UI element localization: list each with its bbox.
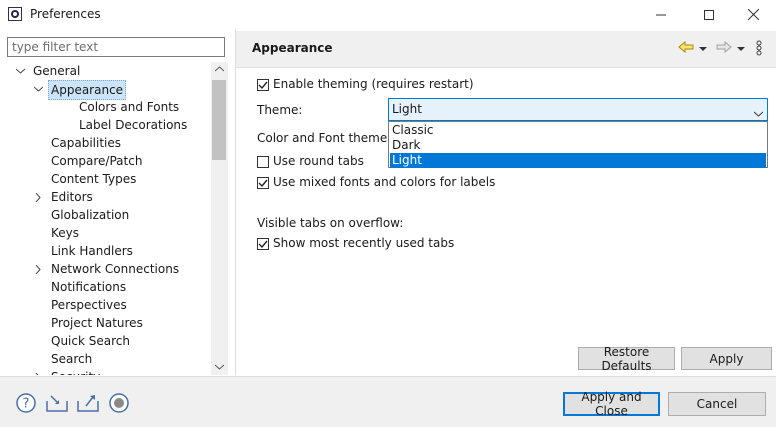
apply-and-close-button[interactable]: Apply and Close xyxy=(563,390,660,418)
tree-item-label: Perspectives xyxy=(51,298,127,312)
back-button[interactable] xyxy=(678,40,694,56)
import-button[interactable] xyxy=(45,393,69,416)
app-icon xyxy=(8,7,22,21)
chevron-down-icon xyxy=(753,111,764,117)
forward-menu-button[interactable] xyxy=(737,42,745,56)
tree-item-label: General xyxy=(33,64,81,78)
record-button[interactable] xyxy=(109,393,129,416)
chevron-down-icon[interactable] xyxy=(15,62,25,80)
chevron-down-icon[interactable] xyxy=(33,80,43,98)
tree-item-label: Quick Search xyxy=(51,334,130,348)
theme-dropdown-list: Classic Dark Light xyxy=(388,121,768,168)
round-tabs-checkbox[interactable] xyxy=(257,156,269,168)
color-font-theme-label: Color and Font theme: xyxy=(257,131,392,145)
tree-item-label: Colors and Fonts xyxy=(79,100,180,114)
theme-option-light[interactable]: Light xyxy=(390,153,766,168)
tree-item-label: Link Handlers xyxy=(51,244,133,258)
minimize-button[interactable] xyxy=(638,0,684,29)
recent-tabs-checkbox[interactable] xyxy=(257,238,269,250)
enable-theming-label[interactable]: Enable theming (requires restart) xyxy=(273,77,474,91)
tree-item-label: Appearance xyxy=(48,80,127,100)
close-icon xyxy=(747,9,759,20)
theme-option-classic[interactable]: Classic xyxy=(390,123,766,138)
enable-theming-checkbox[interactable] xyxy=(257,79,269,91)
mixed-fonts-checkbox[interactable] xyxy=(257,177,269,189)
page-title: Appearance xyxy=(252,41,333,55)
apply-button[interactable]: Apply xyxy=(681,347,772,370)
help-icon: ? xyxy=(16,393,36,413)
chevron-down-icon xyxy=(737,47,745,51)
chevron-right-icon[interactable] xyxy=(33,188,43,206)
tree-item-label: Globalization xyxy=(51,208,130,222)
view-menu-button[interactable] xyxy=(756,40,762,59)
export-button[interactable] xyxy=(76,393,100,416)
scroll-down-icon[interactable] xyxy=(215,364,224,370)
pane-divider[interactable] xyxy=(235,29,236,375)
tree-scroll-thumb[interactable] xyxy=(212,80,226,160)
chevron-right-icon[interactable] xyxy=(33,368,43,375)
preferences-tree: General Appearance Colors and Fonts Label D… xyxy=(7,62,228,375)
tree-item-label: Label Decorations xyxy=(79,118,188,132)
checkmark-icon xyxy=(258,240,268,249)
maximize-icon xyxy=(704,9,714,20)
help-button[interactable]: ? xyxy=(16,393,36,416)
mixed-fonts-label[interactable]: Use mixed fonts and colors for labels xyxy=(273,175,495,189)
filter-input[interactable] xyxy=(7,37,225,57)
tree-item-label: Keys xyxy=(51,226,80,240)
recent-tabs-label[interactable]: Show most recently used tabs xyxy=(273,236,454,250)
tree-item-label: Compare/Patch xyxy=(51,154,143,168)
theme-option-dark[interactable]: Dark xyxy=(390,138,766,153)
maximize-button[interactable] xyxy=(686,0,732,29)
tree-item-label: Editors xyxy=(51,190,93,204)
chevron-right-icon[interactable] xyxy=(33,260,43,278)
svg-text:?: ? xyxy=(23,397,30,412)
back-menu-button[interactable] xyxy=(699,42,707,56)
tree-item-label: Content Types xyxy=(51,172,137,186)
import-icon xyxy=(46,395,68,412)
theme-label: Theme: xyxy=(257,103,303,117)
theme-combo-chevron[interactable] xyxy=(753,106,764,120)
tree-item-label: Security xyxy=(51,368,100,375)
cancel-button[interactable]: Cancel xyxy=(668,392,766,416)
tree-item-label: Notifications xyxy=(51,280,127,294)
theme-combo[interactable] xyxy=(388,98,768,121)
minimize-icon xyxy=(656,14,666,15)
checkmark-icon xyxy=(258,81,268,90)
chevron-down-icon xyxy=(699,47,707,51)
tree-item-label: Network Connections xyxy=(51,262,180,276)
theme-combo-value: Light xyxy=(392,102,422,116)
checkmark-icon xyxy=(258,179,268,188)
more-vertical-icon xyxy=(756,40,762,56)
tree-item-label: Capabilities xyxy=(51,136,121,150)
export-icon xyxy=(77,395,99,412)
scroll-up-icon[interactable] xyxy=(215,66,224,72)
tree-item-label: Project Natures xyxy=(51,316,143,330)
back-arrow-icon xyxy=(678,40,694,54)
forward-arrow-icon xyxy=(716,40,732,54)
tree-item-label: Search xyxy=(51,352,93,366)
record-icon xyxy=(109,393,129,413)
visible-tabs-label: Visible tabs on overflow: xyxy=(257,216,404,230)
close-button[interactable] xyxy=(730,0,776,29)
round-tabs-label[interactable]: Use round tabs xyxy=(273,154,364,168)
forward-button[interactable] xyxy=(716,40,732,56)
window-title: Preferences xyxy=(30,7,101,21)
restore-defaults-button[interactable]: Restore Defaults xyxy=(578,345,675,373)
